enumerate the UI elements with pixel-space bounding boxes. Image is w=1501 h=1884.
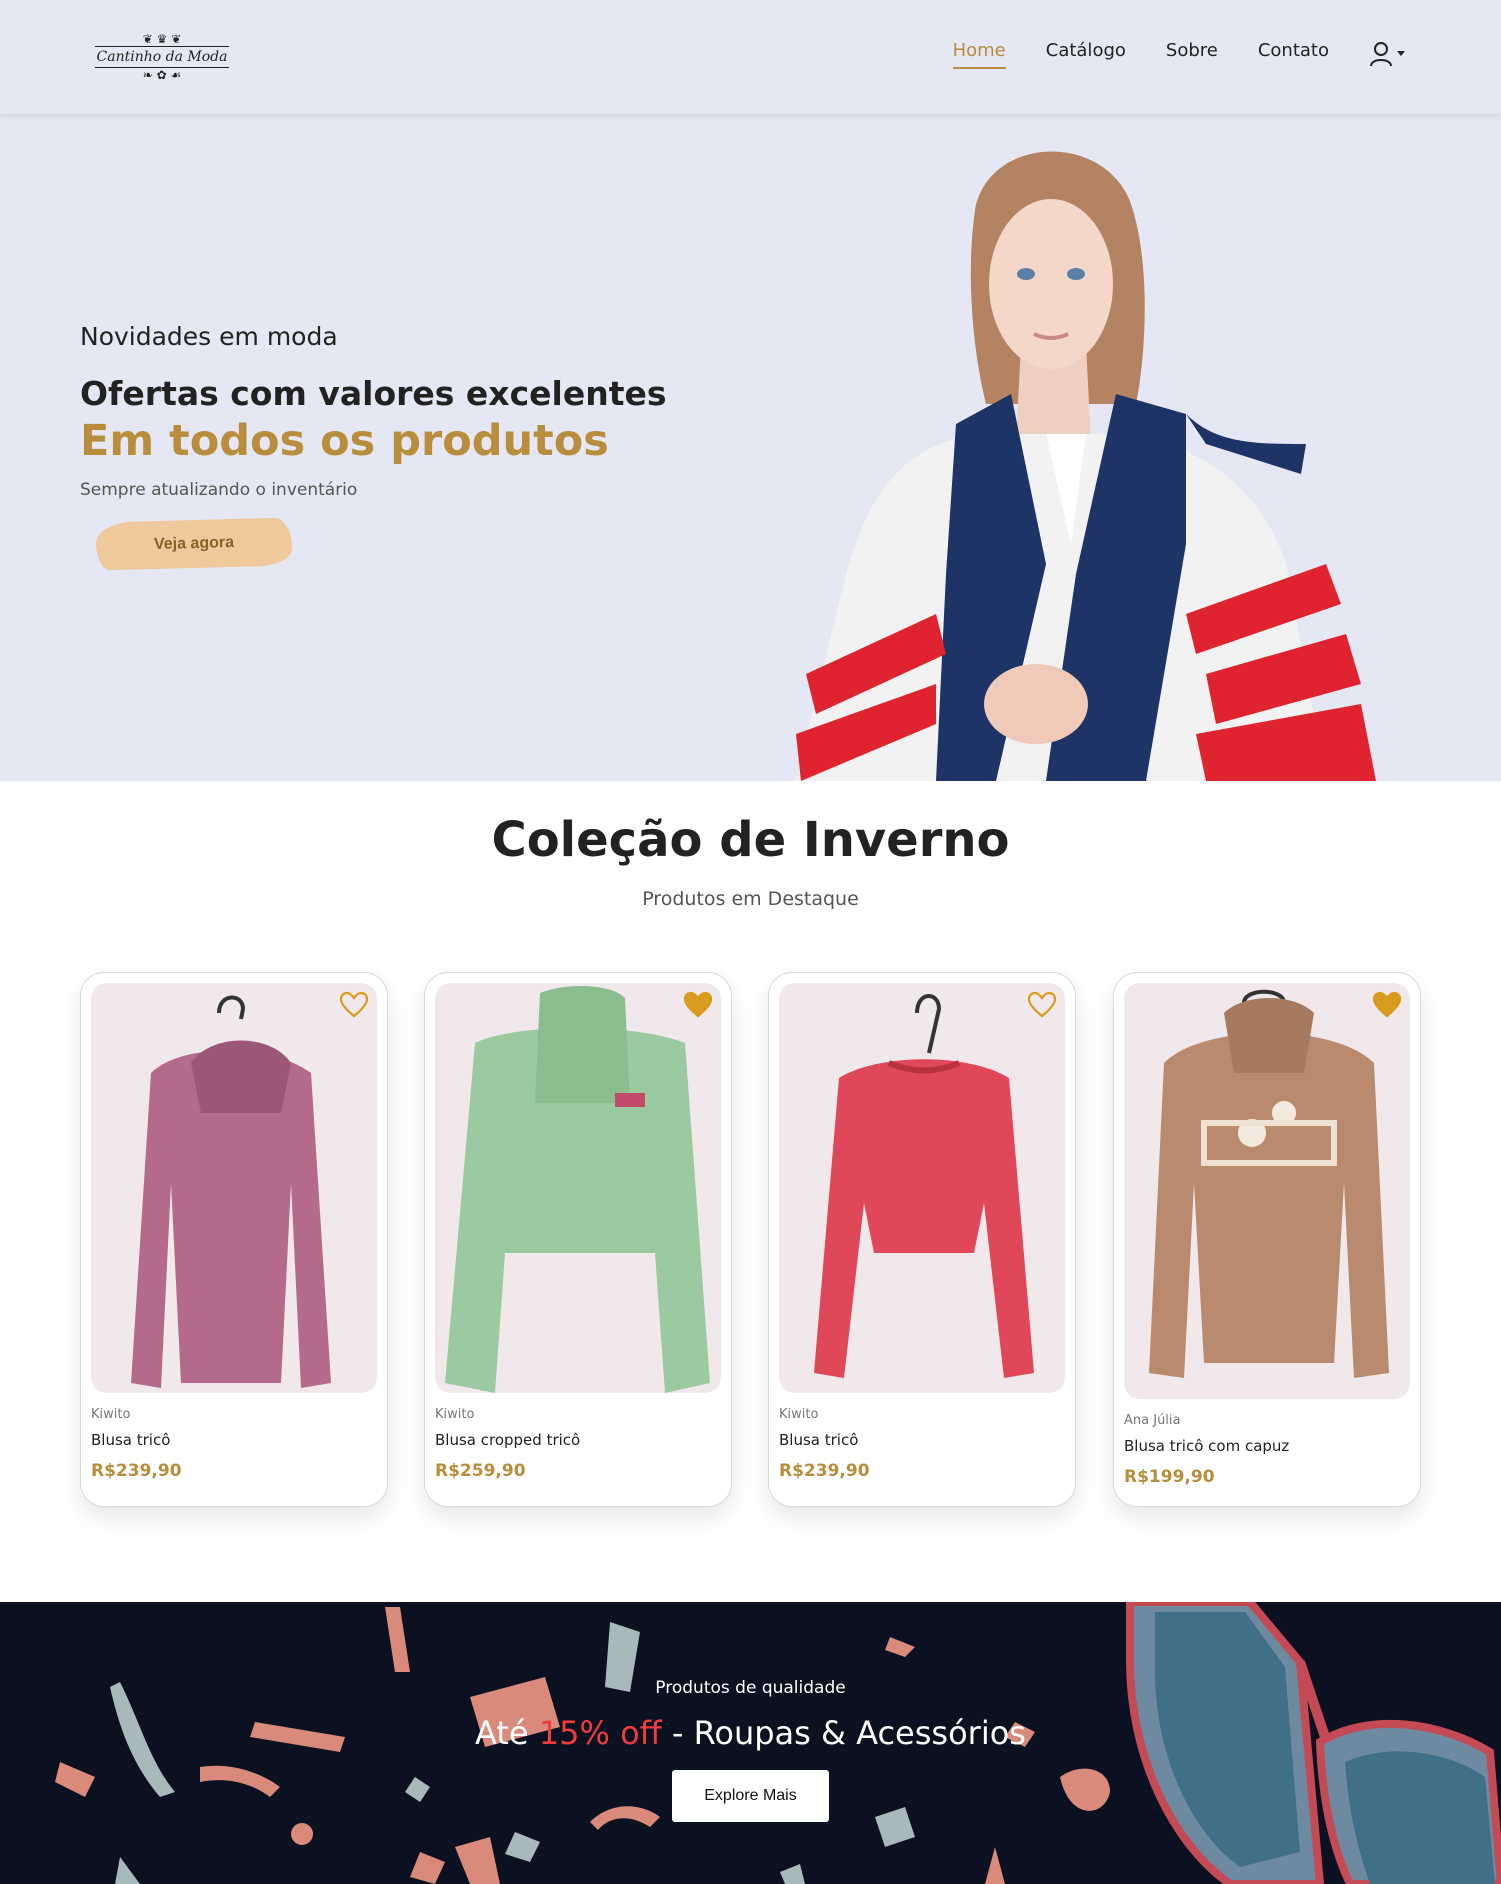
logo-ornament-top: ❦ ♛ ❦ [142, 32, 182, 46]
promo-eyebrow: Produtos de qualidade [655, 1678, 846, 1698]
hero-banner: Novidades em moda Ofertas com valores ex… [0, 114, 1501, 781]
collection-title: Coleção de Inverno [491, 812, 1010, 868]
main-nav: Home Catálogo Sobre Contato [952, 40, 1405, 69]
nav-catalogo[interactable]: Catálogo [1046, 40, 1126, 67]
promo-title-suffix: - Roupas & Acessórios [661, 1714, 1026, 1752]
sweater-image [131, 995, 331, 1388]
product-image[interactable] [91, 983, 377, 1393]
nav-home[interactable]: Home [952, 40, 1006, 69]
logo[interactable]: ❦ ♛ ❦ Cantinho da Moda ❧ ✿ ☙ [94, 20, 230, 94]
heart-outline-icon[interactable] [339, 991, 369, 1019]
site-header: ❦ ♛ ❦ Cantinho da Moda ❧ ✿ ☙ Home Catálo… [0, 0, 1501, 114]
hero-model-image [796, 151, 1376, 781]
hoodie-image [1149, 989, 1389, 1378]
heart-filled-icon[interactable] [683, 991, 713, 1019]
product-card[interactable]: Kiwito Blusa tricô R$239,90 [768, 972, 1076, 1507]
product-name[interactable]: Blusa tricô [91, 1431, 170, 1449]
product-brand: Kiwito [91, 1407, 131, 1422]
nav-sobre[interactable]: Sobre [1166, 40, 1218, 67]
product-image[interactable] [435, 983, 721, 1393]
hero-eyebrow: Novidades em moda [80, 322, 338, 351]
heart-outline-icon[interactable] [1027, 991, 1057, 1019]
product-name[interactable]: Blusa cropped tricô [435, 1431, 580, 1449]
product-name[interactable]: Blusa tricô com capuz [1124, 1437, 1289, 1455]
promo-title-prefix: Até [475, 1714, 539, 1752]
chevron-down-icon [1397, 51, 1405, 56]
sweater-image [445, 986, 710, 1393]
product-price: R$239,90 [779, 1461, 870, 1481]
promo-discount-highlight: 15% off [538, 1714, 662, 1752]
product-brand: Kiwito [435, 1407, 475, 1422]
explore-mais-button[interactable]: Explore Mais [672, 1770, 829, 1822]
product-card[interactable]: Ana Júlia Blusa tricô com capuz R$199,90 [1113, 972, 1421, 1507]
collection-subtitle: Produtos em Destaque [642, 888, 859, 910]
product-card[interactable]: Kiwito Blusa tricô R$239,90 [80, 972, 388, 1507]
product-price: R$199,90 [1124, 1467, 1215, 1487]
logo-ornament-bottom: ❧ ✿ ☙ [142, 68, 182, 82]
hero-note: Sempre atualizando o inventário [80, 480, 358, 500]
nav-contato[interactable]: Contato [1258, 40, 1329, 67]
veja-agora-button[interactable]: Veja agora [95, 517, 293, 571]
hero-title: Ofertas com valores excelentes [80, 374, 667, 413]
hero-subtitle: Em todos os produtos [80, 416, 609, 466]
sweater-image [814, 994, 1034, 1378]
promo-title: Até 15% off - Roupas & Acessórios [0, 1714, 1501, 1752]
user-menu-button[interactable] [1369, 41, 1405, 67]
product-price: R$259,90 [435, 1461, 526, 1481]
user-icon [1370, 41, 1392, 66]
product-card[interactable]: Kiwito Blusa cropped tricô R$259,90 [424, 972, 732, 1507]
logo-text: Cantinho da Moda [94, 46, 230, 68]
heart-filled-icon[interactable] [1372, 991, 1402, 1019]
product-brand: Ana Júlia [1124, 1413, 1181, 1428]
product-image[interactable] [779, 983, 1065, 1393]
product-brand: Kiwito [779, 1407, 819, 1422]
promo-banner: Produtos de qualidade Até 15% off - Roup… [0, 1602, 1501, 1884]
product-image[interactable] [1124, 983, 1410, 1399]
product-name[interactable]: Blusa tricô [779, 1431, 858, 1449]
product-price: R$239,90 [91, 1461, 182, 1481]
